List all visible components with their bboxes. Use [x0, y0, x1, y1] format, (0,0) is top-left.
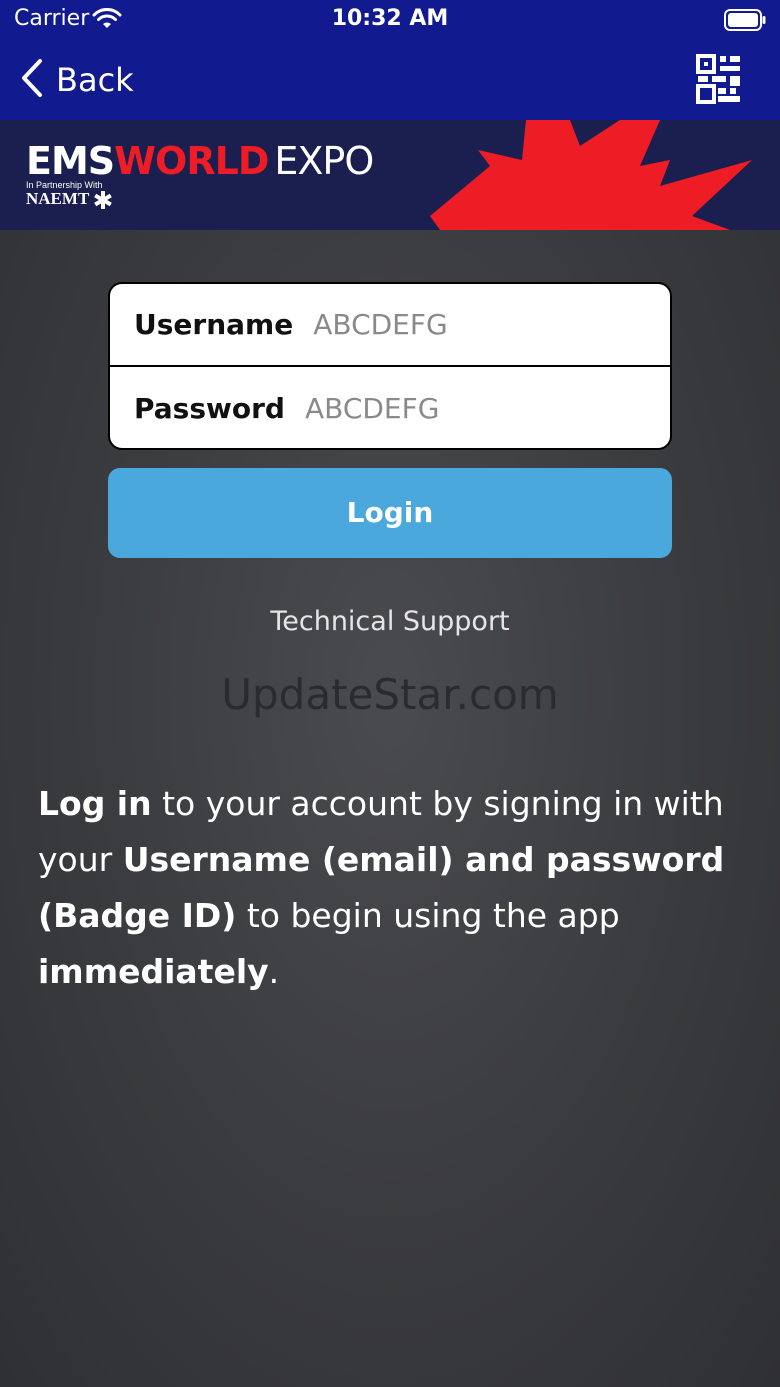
ems-world-expo-logo: EMSWORLD EXPO In Partnership With NAEMT — [26, 139, 374, 210]
logo-naemt: NAEMT — [26, 190, 373, 210]
maple-leaf-graphic — [430, 120, 770, 230]
top-bar: Carrier 10:32 AM Back — [0, 0, 780, 120]
logo-expo: EXPO — [274, 139, 374, 183]
username-input[interactable] — [311, 307, 656, 342]
instructions-bold-immediately: immediately — [38, 952, 269, 991]
navigation-bar: Back — [0, 40, 780, 120]
login-instructions: Log in to your account by signing in wit… — [38, 776, 748, 1000]
watermark: UpdateStar.com — [221, 670, 559, 719]
instructions-period: . — [268, 952, 280, 991]
logo-world: WORLD — [114, 139, 269, 183]
battery-icon — [724, 9, 766, 36]
password-input[interactable] — [302, 390, 647, 426]
login-form: Username Password — [108, 282, 672, 450]
status-time: 10:32 AM — [331, 6, 449, 31]
logo-ems: EMS — [26, 139, 115, 183]
username-label: Username — [134, 308, 294, 341]
instructions-bold-login: Log in — [38, 784, 152, 823]
back-label: Back — [56, 61, 134, 99]
back-button[interactable]: Back — [20, 58, 134, 102]
event-banner: EMSWORLD EXPO In Partnership With NAEMT — [0, 120, 780, 230]
star-of-life-icon — [93, 189, 113, 210]
password-row: Password — [110, 367, 670, 448]
password-label: Password — [134, 391, 285, 425]
qr-code-icon[interactable] — [696, 54, 742, 109]
status-bar: Carrier 10:32 AM — [0, 0, 780, 40]
technical-support-link[interactable]: Technical Support — [0, 606, 780, 637]
login-button[interactable]: Login — [108, 468, 672, 558]
username-row: Username — [110, 284, 670, 367]
instructions-text-2: to begin using the app — [236, 896, 620, 935]
chevron-left-icon — [20, 58, 44, 103]
main-content: Username Password Login Technical Suppor… — [0, 230, 780, 1387]
